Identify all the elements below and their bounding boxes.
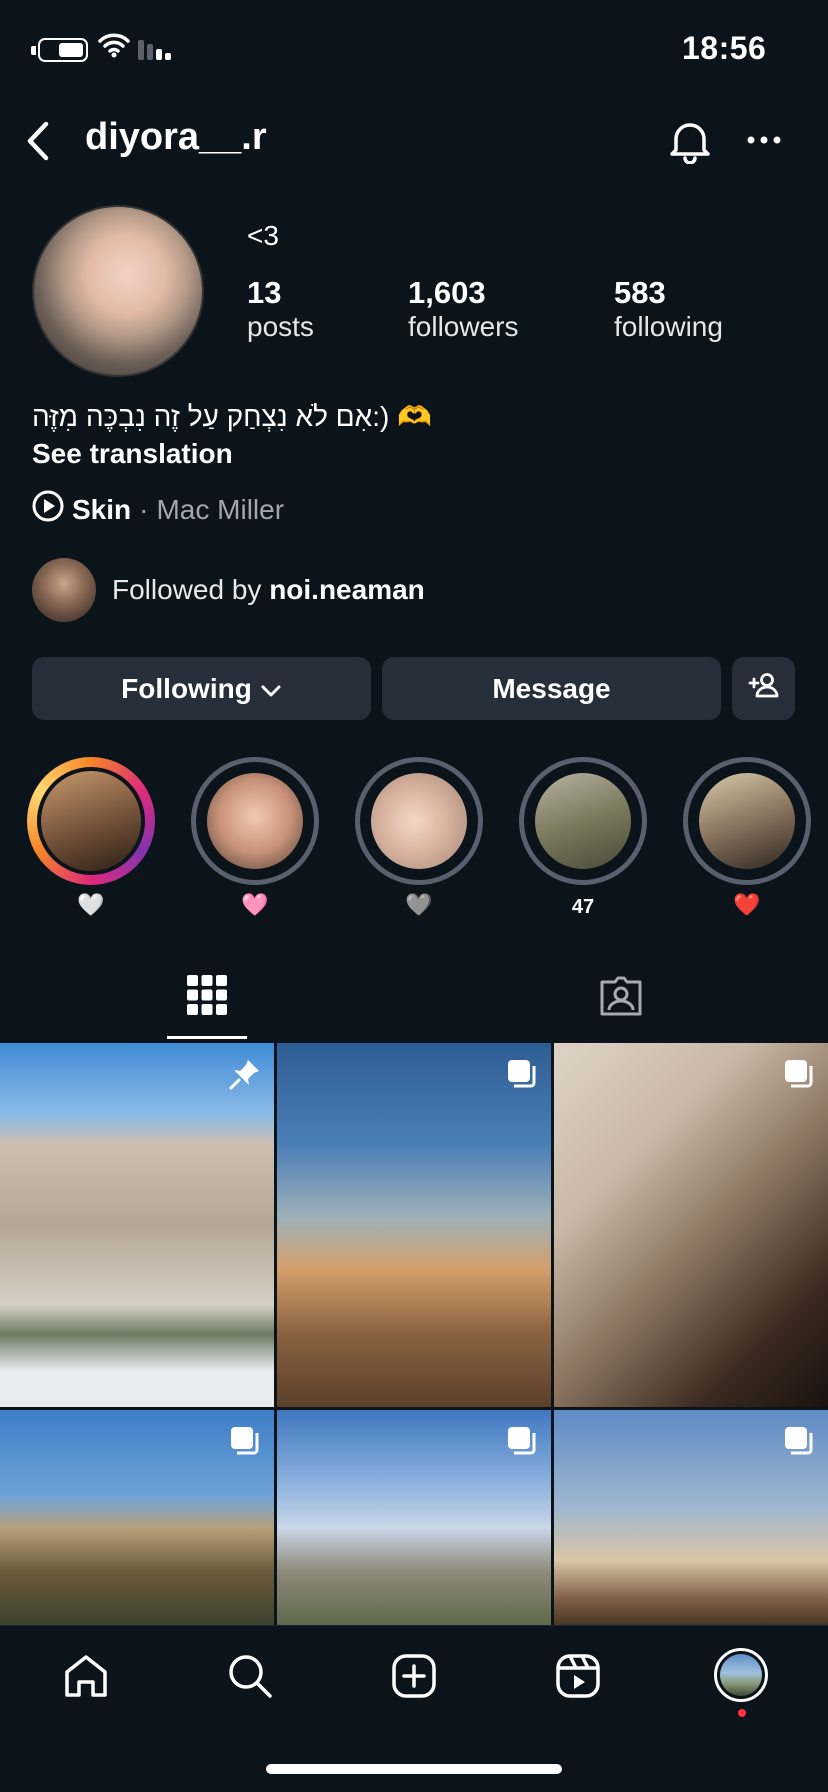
followed-by-user: noi.neaman xyxy=(269,574,425,605)
carousel-icon xyxy=(782,1424,816,1463)
carousel-icon xyxy=(782,1057,816,1096)
suggested-users-button[interactable] xyxy=(732,657,795,720)
post-tile[interactable] xyxy=(277,1410,551,1625)
following-button-label: Following xyxy=(121,672,252,704)
followers-label: followers xyxy=(408,311,519,342)
post-tile[interactable] xyxy=(554,1043,828,1407)
status-time: 18:56 xyxy=(682,30,767,66)
post-tile[interactable] xyxy=(0,1043,274,1407)
highlight-label: 🩶 xyxy=(405,892,433,917)
following-count[interactable]: 583 following xyxy=(614,275,723,343)
story-highlight[interactable] xyxy=(27,757,155,885)
highlight-label: 🤍 xyxy=(77,892,105,917)
story-highlight[interactable] xyxy=(355,757,483,885)
music-separator: · xyxy=(139,493,149,525)
story-highlight[interactable] xyxy=(683,757,811,885)
posts-value: 13 xyxy=(247,275,282,310)
highlight-label: 🩷 xyxy=(241,892,269,917)
tagged-icon[interactable] xyxy=(598,974,644,1018)
carousel-icon xyxy=(505,1424,539,1463)
post-tile[interactable] xyxy=(277,1043,551,1407)
story-highlight[interactable] xyxy=(191,757,319,885)
carousel-icon xyxy=(228,1424,262,1463)
following-value: 583 xyxy=(614,275,666,310)
notification-bell-icon[interactable] xyxy=(668,118,712,164)
profile-username: diyora__.r xyxy=(85,116,267,158)
posts-count[interactable]: 13 posts xyxy=(247,275,314,343)
profile-avatar[interactable] xyxy=(32,205,204,377)
followed-by-prefix: Followed by xyxy=(112,574,270,605)
grid-icon[interactable] xyxy=(187,975,227,1015)
post-tile[interactable] xyxy=(554,1410,828,1625)
active-tab-indicator xyxy=(167,1036,247,1039)
message-button-label: Message xyxy=(492,672,611,704)
add-person-icon xyxy=(748,672,780,705)
home-indicator xyxy=(266,1764,562,1774)
highlight-label: 47 xyxy=(571,896,595,918)
wifi-icon xyxy=(98,32,130,58)
highlight-label: ❤️ xyxy=(733,892,761,917)
bio-text: אִם לֹא נִצְחַק עַל זֶה נִבְכֶּה מִזֶּה:… xyxy=(32,401,433,432)
more-options-icon[interactable] xyxy=(746,135,782,145)
see-translation-link[interactable]: See translation xyxy=(32,438,233,470)
search-icon[interactable] xyxy=(226,1652,274,1700)
followed-by-text[interactable]: Followed by noi.neaman xyxy=(112,574,425,606)
back-icon[interactable] xyxy=(24,120,52,162)
music-artist: Mac Miller xyxy=(156,493,285,525)
cellular-signal-icon xyxy=(138,38,178,62)
pin-icon xyxy=(228,1057,262,1096)
reels-icon[interactable] xyxy=(554,1652,602,1700)
chevron-down-icon xyxy=(260,673,282,705)
profile-music[interactable]: Skin · Mac Miller xyxy=(32,490,284,529)
followers-value: 1,603 xyxy=(408,275,486,310)
create-icon[interactable] xyxy=(390,1652,438,1700)
home-icon[interactable] xyxy=(62,1652,110,1700)
carousel-icon xyxy=(505,1057,539,1096)
following-button[interactable]: Following xyxy=(32,657,371,720)
play-circle-icon xyxy=(32,490,64,529)
notification-dot xyxy=(738,1709,746,1717)
followed-by-avatar[interactable] xyxy=(32,558,96,622)
following-label: following xyxy=(614,311,723,342)
story-highlight[interactable] xyxy=(519,757,647,885)
followers-count[interactable]: 1,603 followers xyxy=(408,275,518,343)
message-button[interactable]: Message xyxy=(382,657,721,720)
posts-label: posts xyxy=(247,311,314,342)
music-song: Skin xyxy=(72,493,132,525)
profile-avatar[interactable] xyxy=(714,1648,768,1702)
post-tile[interactable] xyxy=(0,1410,274,1625)
display-name: <3 xyxy=(247,220,279,251)
battery-icon xyxy=(31,38,88,62)
